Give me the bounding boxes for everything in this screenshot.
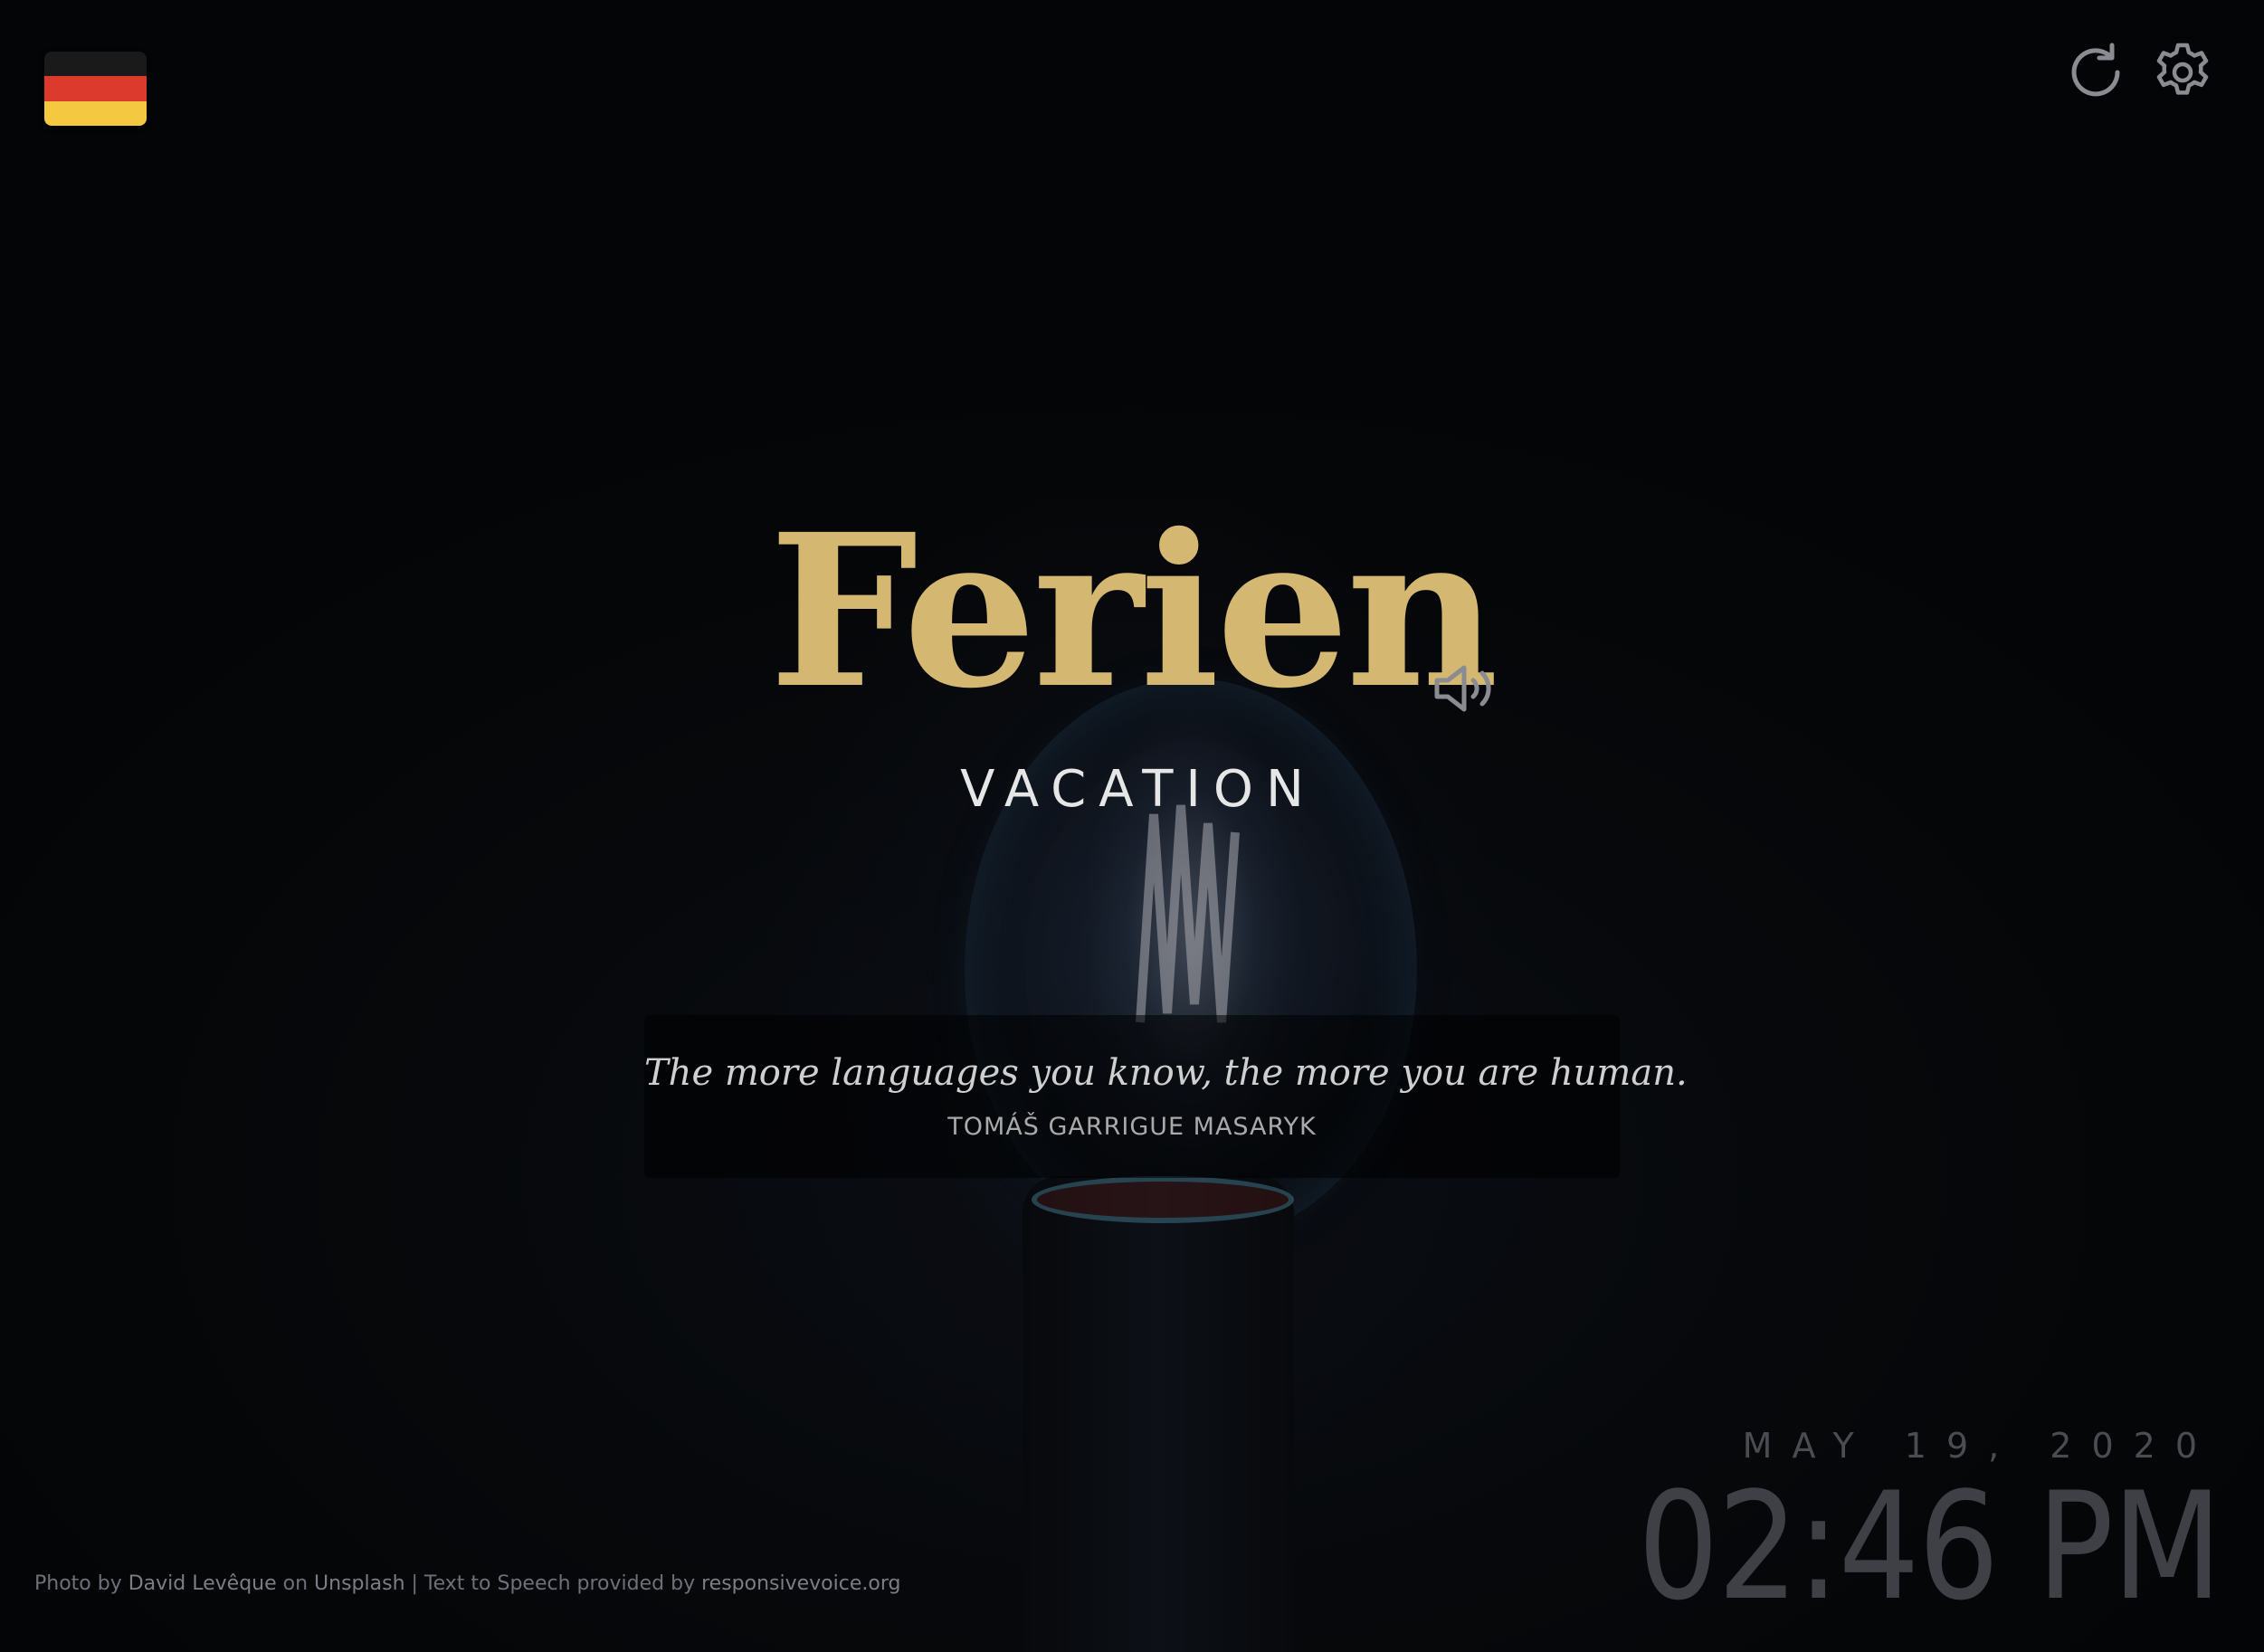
refresh-icon[interactable] — [2063, 40, 2128, 105]
credit-photo-prefix: Photo by — [34, 1572, 128, 1595]
credit-separator: | Text to Speech provided by — [404, 1572, 702, 1595]
gear-icon[interactable] — [2150, 40, 2215, 105]
unsplash-link[interactable]: Unsplash — [314, 1572, 404, 1595]
photographer-link[interactable]: David Levêque — [128, 1572, 277, 1595]
flag-stripe-black — [44, 52, 147, 77]
quote-author: TOMÁŠ GARRIGUE MASARYK — [947, 1113, 1317, 1141]
word-translation: VACATION — [960, 760, 1317, 819]
new-tab-page: Ferien VACATION The more languages you k… — [0, 0, 2264, 1652]
speaker-icon[interactable] — [1433, 660, 1500, 717]
background-bulb-base — [1023, 1176, 1294, 1652]
background-bulb-collar — [1032, 1176, 1294, 1223]
credit-on: on — [276, 1572, 315, 1595]
photo-credits: Photo by David Levêque on Unsplash | Tex… — [34, 1572, 900, 1595]
responsivevoice-link[interactable]: responsivevoice.org — [701, 1572, 900, 1595]
quote-box: The more languages you know, the more yo… — [644, 1015, 1688, 1178]
quote-text: The more languages you know, the more yo… — [644, 1052, 1688, 1094]
background-bulb-filament — [1136, 804, 1240, 1023]
germany-flag-icon[interactable] — [44, 52, 147, 126]
current-time: 02:46 PM — [1637, 1460, 2222, 1633]
word-row: Ferien — [0, 507, 2264, 717]
foreign-word: Ferien — [768, 488, 1498, 735]
flag-stripe-gold — [44, 100, 147, 126]
flag-stripe-red — [44, 76, 147, 101]
